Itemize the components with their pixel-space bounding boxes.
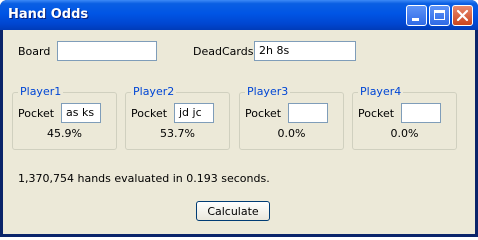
player1-pocket-label: Pocket — [18, 107, 55, 120]
player3-pocket-input[interactable] — [288, 103, 328, 123]
calculate-button[interactable]: Calculate — [196, 201, 270, 221]
dead-cards-label: DeadCards — [193, 45, 254, 58]
player2-group: Player2 Pocket jd jc 53.7% — [125, 85, 230, 150]
minimize-button[interactable] — [406, 5, 427, 26]
player4-odds: 0.0% — [390, 127, 419, 140]
close-button[interactable] — [452, 5, 473, 26]
board-label: Board — [18, 45, 51, 58]
maximize-button[interactable] — [429, 5, 450, 26]
client-area: Board DeadCards 2h 8s Player1 Pocket as … — [3, 30, 475, 234]
player3-pocket-label: Pocket — [245, 107, 282, 120]
player4-pocket-input[interactable] — [401, 103, 441, 123]
status-text: 1,370,754 hands evaluated in 0.193 secon… — [18, 172, 270, 185]
player1-pocket-input[interactable]: as ks — [61, 103, 101, 123]
player2-odds: 53.7% — [160, 127, 195, 140]
close-icon — [456, 9, 469, 22]
player3-legend: Player3 — [245, 85, 291, 98]
title-bar[interactable]: Hand Odds — [0, 0, 478, 30]
player2-pocket-input[interactable]: jd jc — [174, 103, 214, 123]
player2-pocket-label: Pocket — [131, 107, 168, 120]
player4-group: Player4 Pocket 0.0% — [352, 85, 457, 150]
window-title: Hand Odds — [8, 7, 89, 22]
maximize-icon — [434, 10, 445, 20]
player4-pocket-label: Pocket — [358, 107, 395, 120]
player3-odds: 0.0% — [277, 127, 306, 140]
player1-legend: Player1 — [18, 85, 64, 98]
player2-legend: Player2 — [131, 85, 177, 98]
dead-cards-input[interactable]: 2h 8s — [254, 41, 356, 61]
player3-group: Player3 Pocket 0.0% — [239, 85, 344, 150]
minimize-icon — [412, 18, 419, 21]
board-input[interactable] — [57, 41, 157, 61]
app-window: Hand Odds Board DeadCards 2h 8s Player1 … — [0, 0, 478, 237]
player1-group: Player1 Pocket as ks 45.9% — [12, 85, 117, 150]
player4-legend: Player4 — [358, 85, 404, 98]
player1-odds: 45.9% — [47, 127, 82, 140]
